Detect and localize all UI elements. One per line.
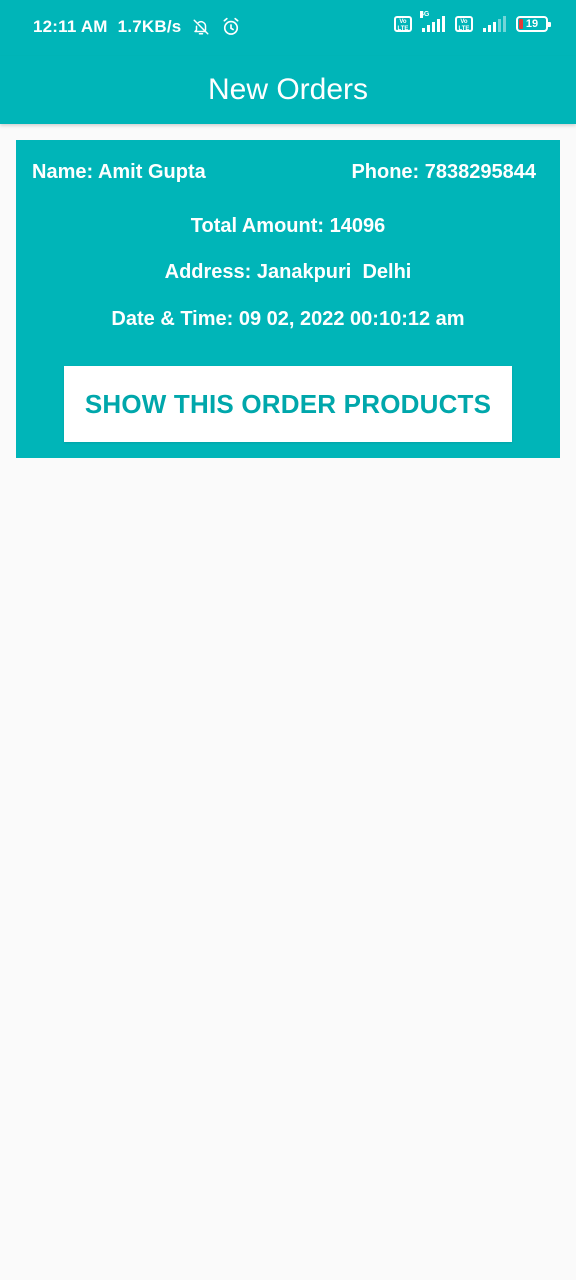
page-title: New Orders <box>207 73 369 106</box>
status-time: 12:11 AM <box>33 17 108 36</box>
bell-off-icon <box>191 17 211 37</box>
status-net-speed: 1.7KB/s <box>117 17 182 36</box>
battery-level: 19 <box>525 18 539 30</box>
status-bar-right: Vo LTE 4G Vo LTE 19 <box>394 11 551 32</box>
customer-name: Name: Amit Gupta <box>32 161 206 183</box>
status-bar: 12:11 AM 1.7KB/s Vo LTE 4G Vo LTE 19 <box>0 0 576 56</box>
status-bar-left: 12:11 AM 1.7KB/s <box>33 17 241 37</box>
app-bar: New Orders <box>0 56 576 124</box>
order-total-amount: Total Amount: 14096 <box>190 215 386 237</box>
volte-icon-2: Vo LTE <box>455 16 473 32</box>
order-card: Name: Amit Gupta Phone: 7838295844 Total… <box>16 140 560 458</box>
customer-phone: Phone: 7838295844 <box>351 161 536 183</box>
order-card-header: Name: Amit Gupta Phone: 7838295844 <box>32 161 536 184</box>
network-type: 4G <box>420 11 430 18</box>
alarm-icon <box>221 17 241 37</box>
battery-icon: 19 <box>516 16 551 32</box>
volte-icon: Vo LTE <box>394 16 412 32</box>
signal-icon: 4G <box>420 11 445 32</box>
order-datetime: Date & Time: 09 02, 2022 00:10:12 am <box>111 308 465 330</box>
show-order-products-button[interactable]: SHOW THIS ORDER PRODUCTS <box>64 366 512 442</box>
order-address: Address: Janakpuri Delhi <box>164 261 412 283</box>
signal-icon-2 <box>483 16 506 32</box>
